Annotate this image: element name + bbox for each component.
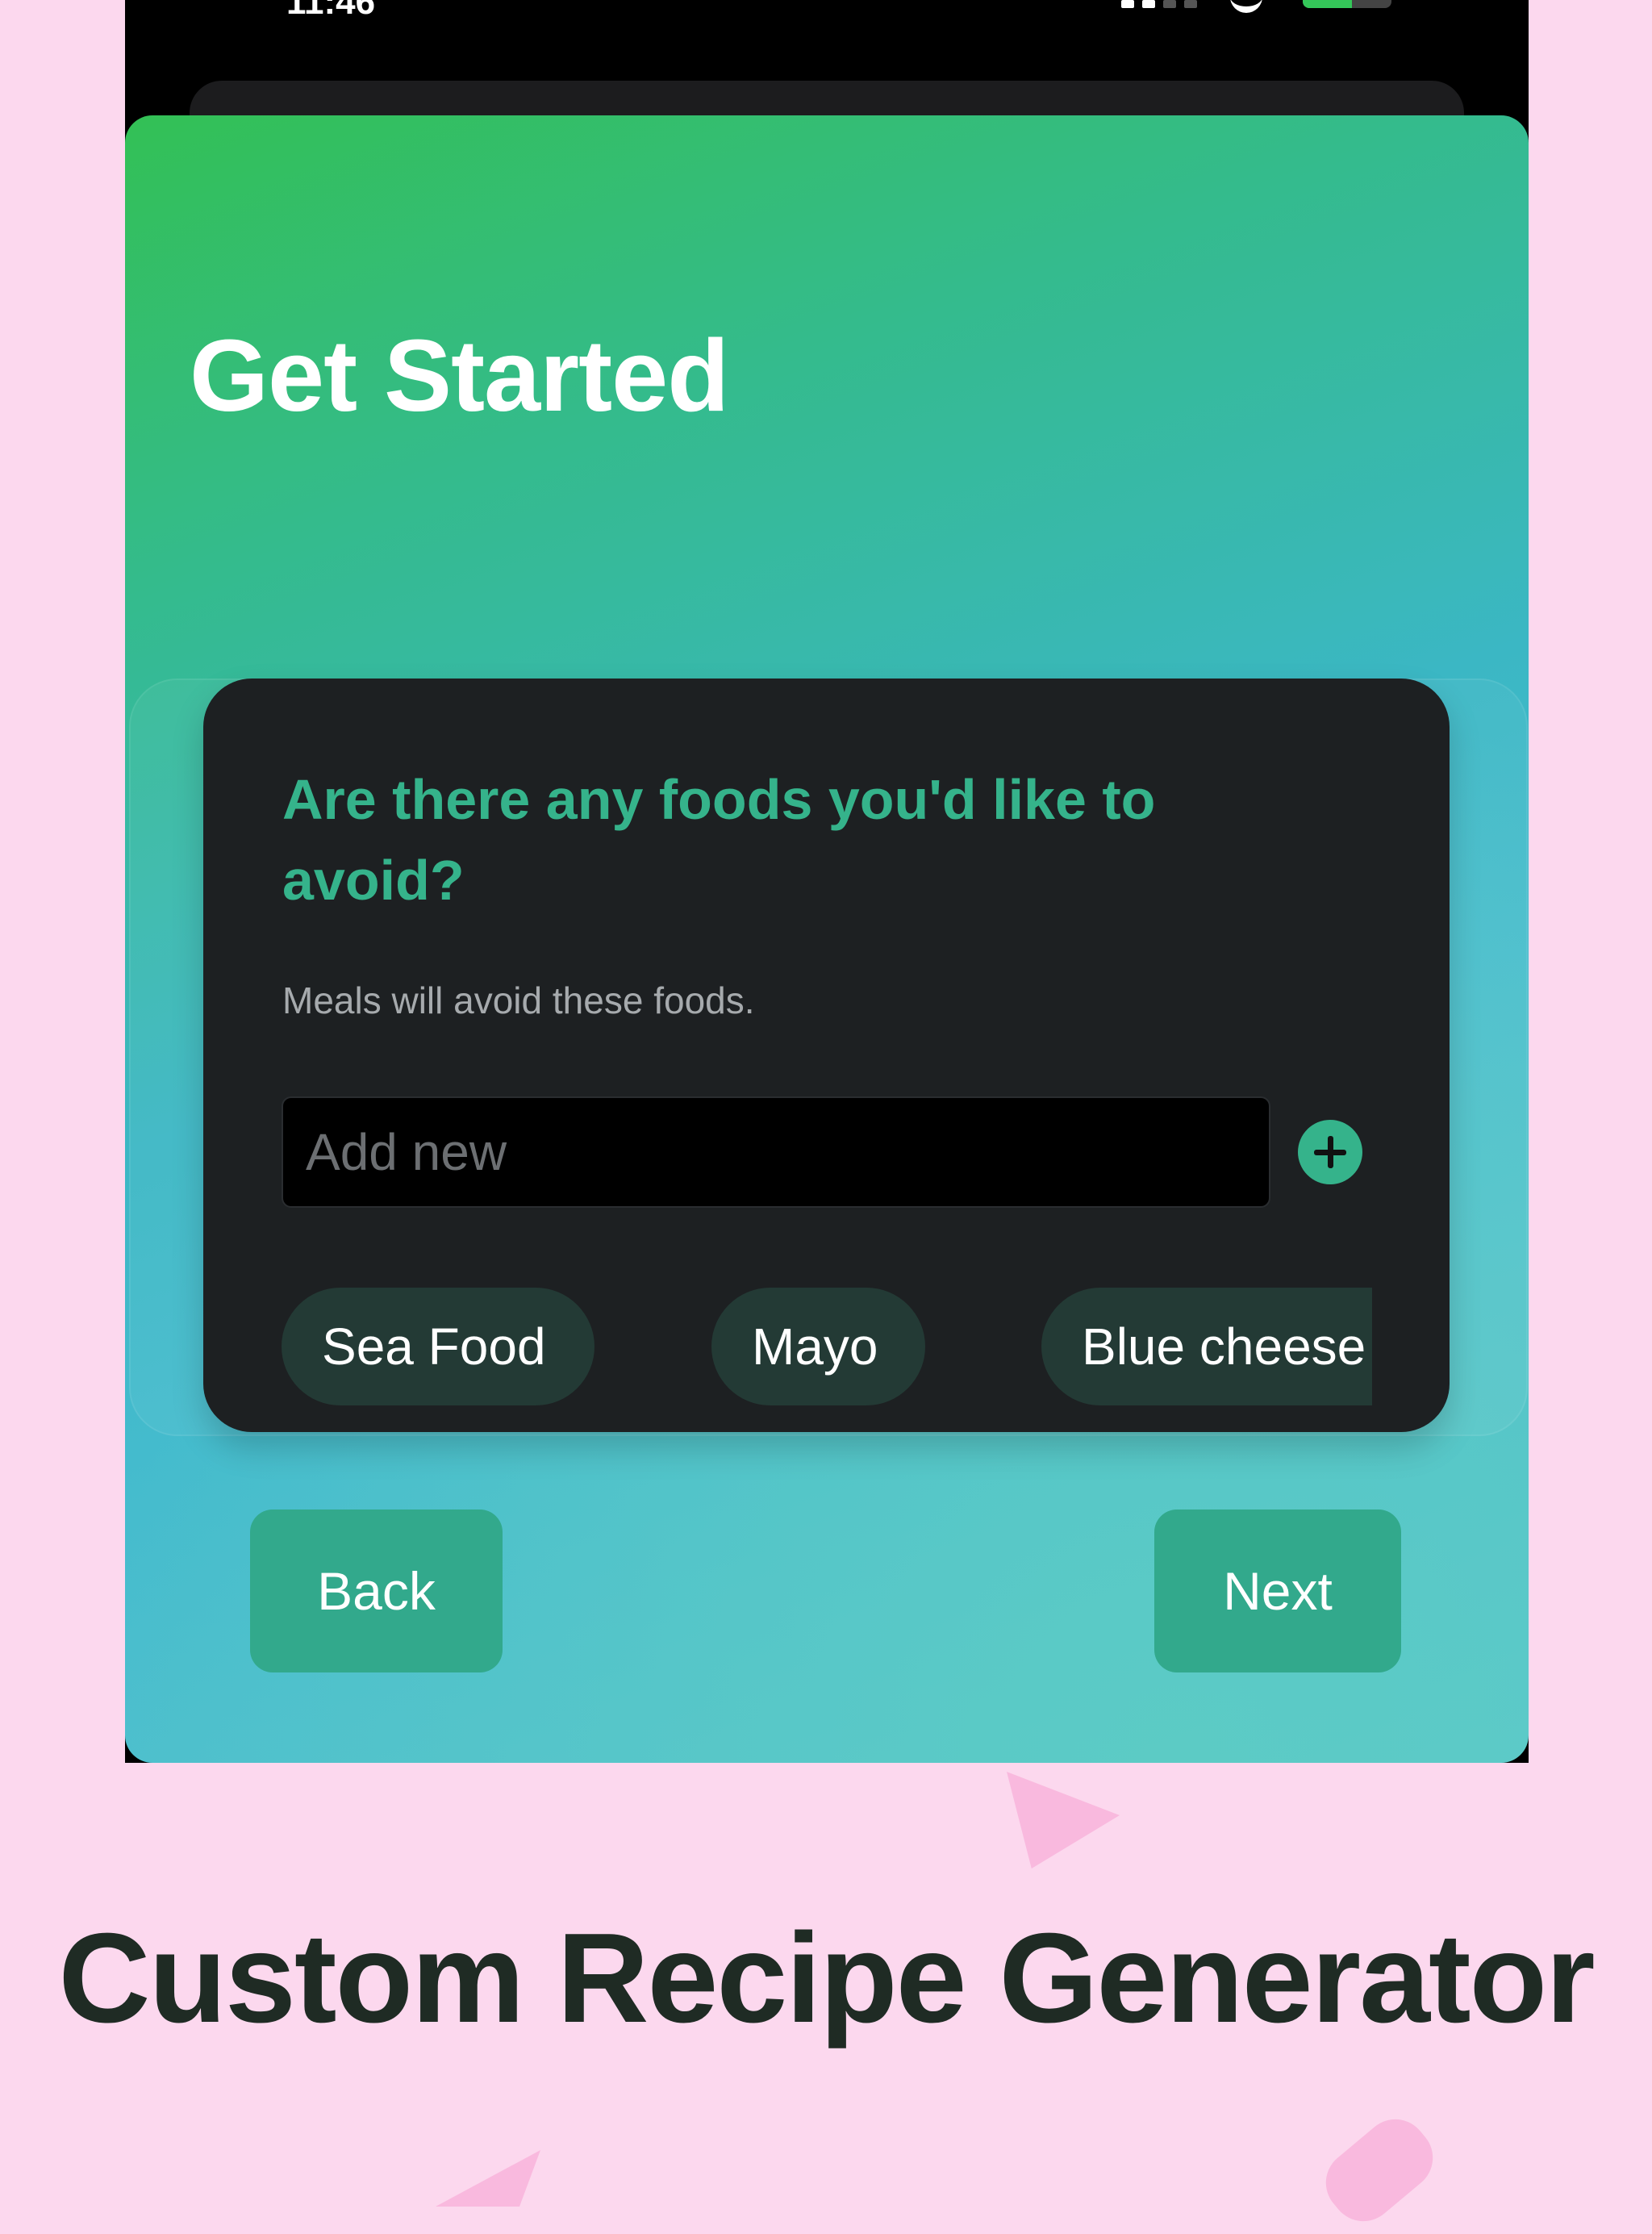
promo-caption: Custom Recipe Generator <box>58 1907 1595 2049</box>
decorative-triangle <box>436 2150 540 2207</box>
signal-icon <box>1121 0 1202 8</box>
next-button[interactable]: Next <box>1154 1510 1401 1672</box>
status-bar: 11:46 <box>125 0 1529 22</box>
wifi-icon <box>1230 0 1262 13</box>
decorative-shape <box>1312 2106 1446 2234</box>
add-food-button[interactable] <box>1298 1120 1362 1184</box>
question-card: Are there any foods you'd like to avoid?… <box>203 679 1450 1432</box>
add-food-input[interactable] <box>282 1096 1270 1208</box>
food-chip: Blue cheese <box>1041 1288 1372 1405</box>
food-chip: Sea Food <box>282 1288 594 1405</box>
food-chip: Mayo <box>711 1288 925 1405</box>
decorative-triangle <box>1007 1772 1120 1869</box>
page-title: Get Started <box>190 319 729 432</box>
plus-icon <box>1298 1120 1362 1184</box>
status-time: 11:46 <box>286 0 376 22</box>
question-subtitle: Meals will avoid these foods. <box>282 979 755 1021</box>
battery-icon <box>1303 0 1391 8</box>
avoided-foods-list: Sea Food Mayo Blue cheese <box>282 1288 1372 1405</box>
onboarding-screen: Get Started Are there any foods you'd li… <box>125 115 1529 1763</box>
question-title: Are there any foods you'd like to avoid? <box>282 768 1156 912</box>
back-button[interactable]: Back <box>250 1510 503 1672</box>
